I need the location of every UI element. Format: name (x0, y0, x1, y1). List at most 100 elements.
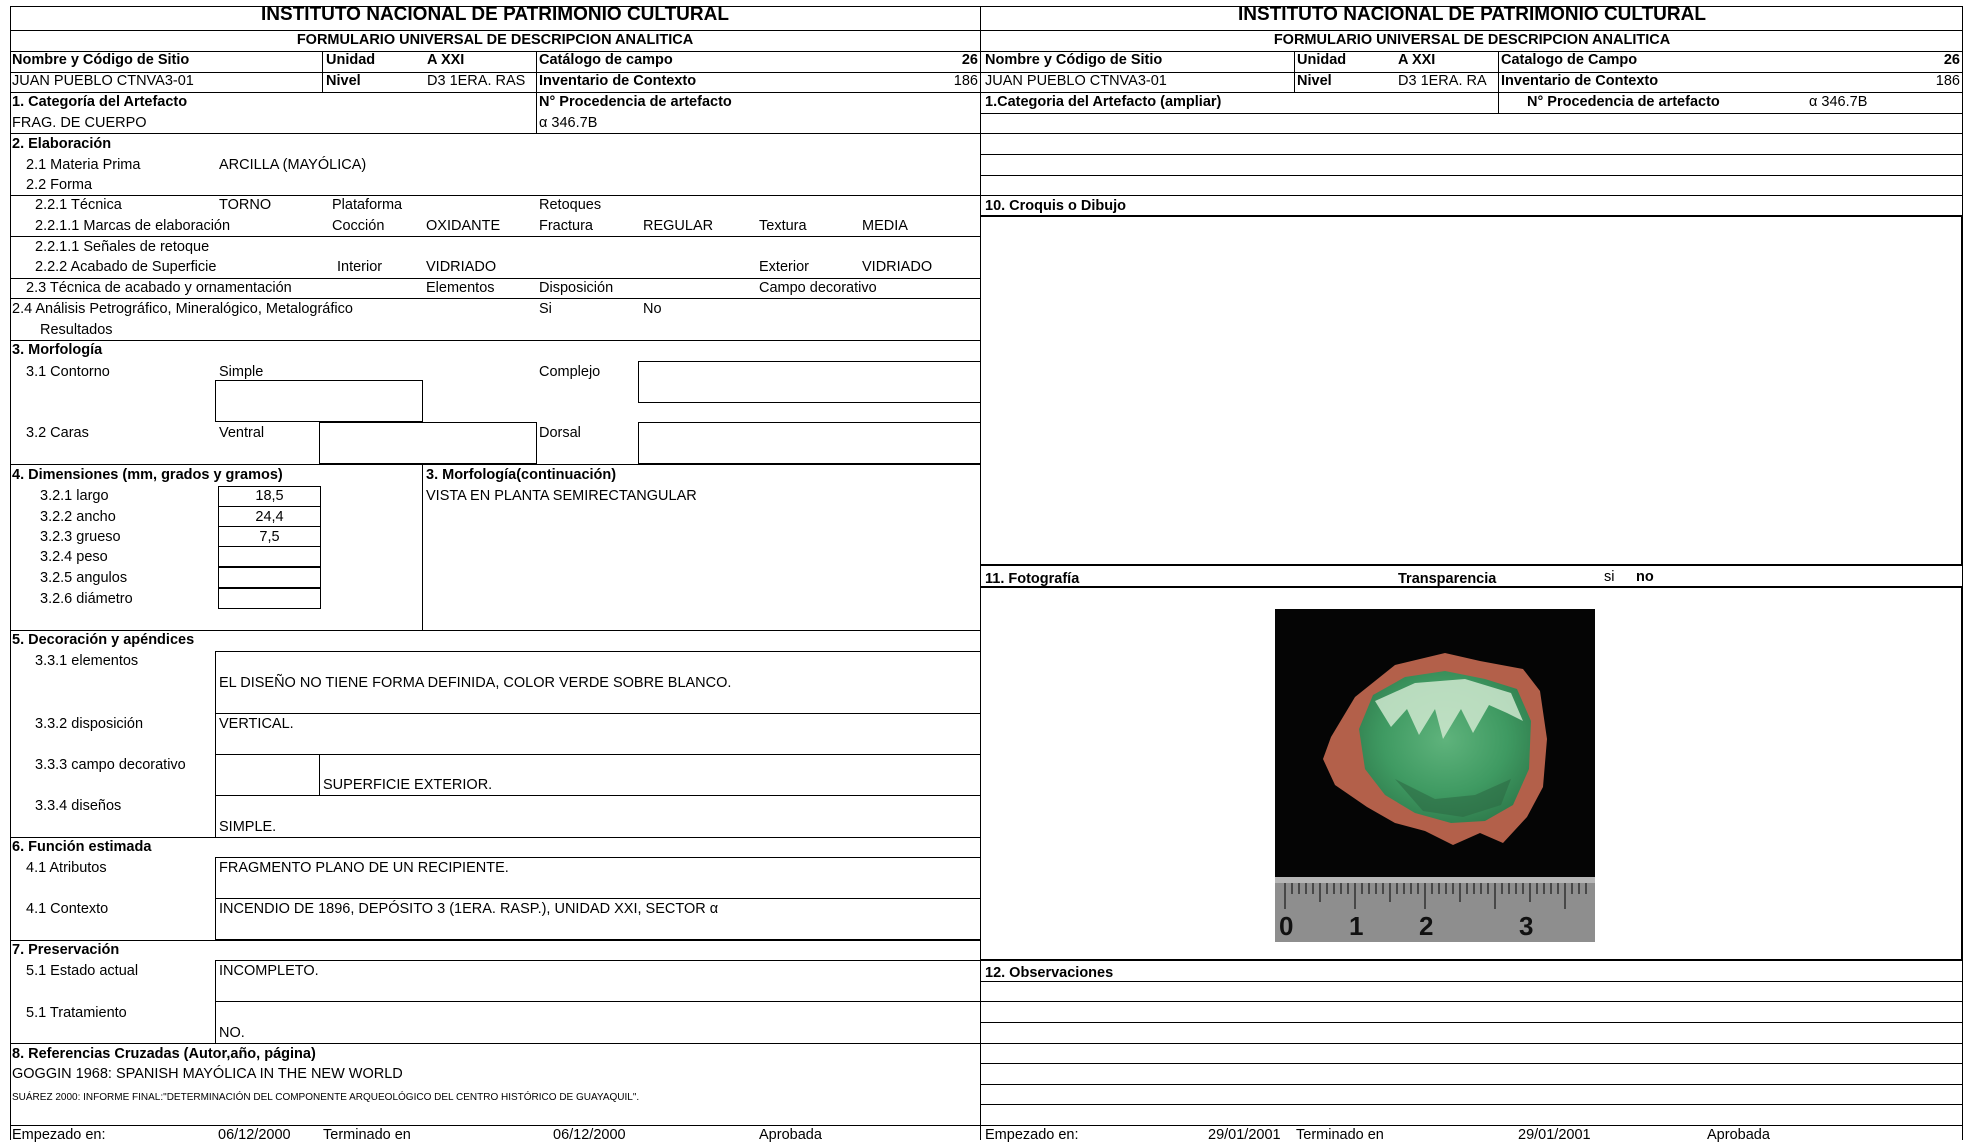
analisis-si-label: Si (539, 301, 552, 317)
dim-label: 3.2.4 peso (40, 549, 108, 565)
left-procedencia-header: N° Procedencia de artefacto (539, 94, 732, 110)
right-inventario-value: 186 (1935, 73, 1960, 89)
fractura-value: REGULAR (643, 218, 714, 234)
tecnica-value: TORNO (219, 197, 272, 213)
left-empezado-label: Empezado en: (12, 1127, 106, 1143)
dim-label: 3.2.2 ancho (40, 509, 116, 525)
tecnica-acabado-label: 2.3 Técnica de acabado y ornamentación (26, 280, 292, 296)
observaciones-header: 12. Observaciones (985, 965, 1114, 981)
coccion-label: Cocción (332, 218, 385, 234)
elementos2-value: EL DISEÑO NO TIENE FORMA DEFINIDA, COLOR… (219, 675, 732, 691)
right-title: INSTITUTO NACIONAL DE PATRIMONIO CULTURA… (1238, 4, 1706, 25)
right-terminado-value: 29/01/2001 (1518, 1127, 1591, 1143)
ruler-label: 0 (1279, 911, 1293, 941)
right-inventario-header: Inventario de Contexto (1501, 73, 1659, 89)
senales-label: 2.2.1.1 Señales de retoque (35, 239, 210, 255)
referencias-header: 8. Referencias Cruzadas (Autor,año, pági… (12, 1046, 316, 1062)
fractura-label: Fractura (539, 218, 593, 234)
atributos-label: 4.1 Atributos (26, 860, 107, 876)
materia-label: 2.1 Materia Prima (26, 157, 141, 173)
marcas-label: 2.2.1.1 Marcas de elaboración (35, 218, 231, 234)
left-empezado-value: 06/12/2000 (218, 1127, 291, 1143)
right-site-header: Nombre y Código de Sitio (985, 52, 1163, 68)
right-terminado-label: Terminado en (1296, 1127, 1384, 1143)
exterior-label: Exterior (759, 259, 809, 275)
left-unidad-header: Unidad (326, 52, 376, 68)
left-subtitle: FORMULARIO UNIVERSAL DE DESCRIPCION ANAL… (296, 32, 694, 48)
right-nivel-value: D3 1ERA. RA (1398, 73, 1487, 89)
complejo-label: Complejo (539, 364, 601, 380)
dim-label: 3.2.3 grueso (40, 529, 121, 545)
morfologia-cont-value: VISTA EN PLANTA SEMIRECTANGULAR (426, 488, 697, 504)
ruler-label: 2 (1419, 911, 1433, 941)
resultados-label: Resultados (40, 322, 113, 338)
left-categoria-header: 1. Categoría del Artefacto (12, 94, 188, 110)
coccion-value: OXIDANTE (426, 218, 501, 234)
tratamiento-label: 5.1 Tratamiento (26, 1005, 127, 1021)
left-catalogo-header: Catálogo de campo (539, 52, 673, 68)
right-procedencia-header: N° Procedencia de artefacto (1527, 94, 1720, 110)
right-aprobada-label: Aprobada (1707, 1127, 1770, 1143)
disposicion-label: Disposición (539, 280, 614, 296)
dim-label: 3.2.1 largo (40, 488, 109, 504)
elaboracion-header: 2. Elaboración (12, 136, 112, 152)
elementos-label: Elementos (426, 280, 495, 296)
right-procedencia-value: α 346.7B (1809, 94, 1868, 110)
disenos-value: SIMPLE. (219, 819, 277, 835)
contorno-label: 3.1 Contorno (26, 364, 110, 380)
campo-decorativo-label: Campo decorativo (759, 280, 877, 296)
disenos-label: 3.3.4 diseños (35, 798, 122, 814)
left-inventario-value: 186 (953, 73, 978, 89)
left-title: INSTITUTO NACIONAL DE PATRIMONIO CULTURA… (261, 4, 729, 25)
disposicion2-label: 3.3.2 disposición (35, 716, 144, 732)
right-unidad-header: Unidad (1297, 52, 1347, 68)
materia-value: ARCILLA (MAYÓLICA) (219, 157, 367, 173)
referencia-2: SUÁREZ 2000: INFORME FINAL:"DETERMINACIÓ… (12, 1092, 640, 1103)
forma-label: 2.2 Forma (26, 177, 93, 193)
caras-label: 3.2 Caras (26, 425, 89, 441)
left-catalogo-value: 26 (961, 52, 978, 68)
textura-label: Textura (759, 218, 807, 234)
exterior-value: VIDRIADO (862, 259, 933, 275)
dorsal-label: Dorsal (539, 425, 581, 441)
dim-label: 3.2.5 angulos (40, 570, 128, 586)
preservacion-header: 7. Preservación (12, 942, 120, 958)
right-empezado-label: Empezado en: (985, 1127, 1079, 1143)
left-unidad-value: A XXI (427, 52, 465, 68)
left-site-header: Nombre y Código de Sitio (12, 52, 190, 68)
dim-label: 3.2.6 diámetro (40, 591, 133, 607)
right-empezado-value: 29/01/2001 (1208, 1127, 1281, 1143)
right-catalogo-value: 26 (1943, 52, 1960, 68)
artifact-image: 0 1 2 3 (1275, 609, 1595, 942)
ruler (1275, 877, 1595, 942)
tecnica-label: 2.2.1 Técnica (35, 197, 122, 213)
ruler-label: 3 (1519, 911, 1533, 941)
interior-value: VIDRIADO (426, 259, 497, 275)
dimensiones-header: 4. Dimensiones (mm, grados y gramos) (12, 467, 283, 483)
artifact-photo: 0 1 2 3 (1275, 609, 1595, 942)
retoques-label: Retoques (539, 197, 602, 213)
ventral-label: Ventral (219, 425, 265, 441)
campo2-value: SUPERFICIE EXTERIOR. (323, 777, 493, 793)
right-unidad-value: A XXI (1398, 52, 1436, 68)
decoracion-header: 5. Decoración y apéndices (12, 632, 195, 648)
disposicion2-value: VERTICAL. (219, 716, 294, 732)
campo2-label: 3.3.3 campo decorativo (35, 757, 186, 773)
left-inventario-header: Inventario de Contexto (539, 73, 697, 89)
right-categoria-header: 1.Categoria del Artefacto (ampliar) (985, 94, 1222, 110)
acabado-label: 2.2.2 Acabado de Superficie (35, 259, 217, 275)
transparencia-no: no (1636, 569, 1654, 585)
croquis-header: 10. Croquis o Dibujo (985, 198, 1126, 214)
right-catalogo-header: Catalogo de Campo (1501, 52, 1638, 68)
ruler-label: 1 (1349, 911, 1363, 941)
morfologia-header: 3. Morfología (12, 342, 103, 358)
right-site-value: JUAN PUEBLO CTNVA3-01 (985, 73, 1167, 89)
tratamiento-value: NO. (219, 1025, 245, 1041)
left-categoria-value: FRAG. DE CUERPO (12, 115, 147, 131)
left-aprobada-label: Aprobada (759, 1127, 822, 1143)
left-nivel-header: Nivel (326, 73, 361, 89)
simple-label: Simple (219, 364, 264, 380)
left-terminado-value: 06/12/2000 (553, 1127, 626, 1143)
analisis-label: 2.4 Análisis Petrográfico, Mineralógico,… (12, 301, 353, 317)
left-site-value: JUAN PUEBLO CTNVA3-01 (12, 73, 194, 89)
